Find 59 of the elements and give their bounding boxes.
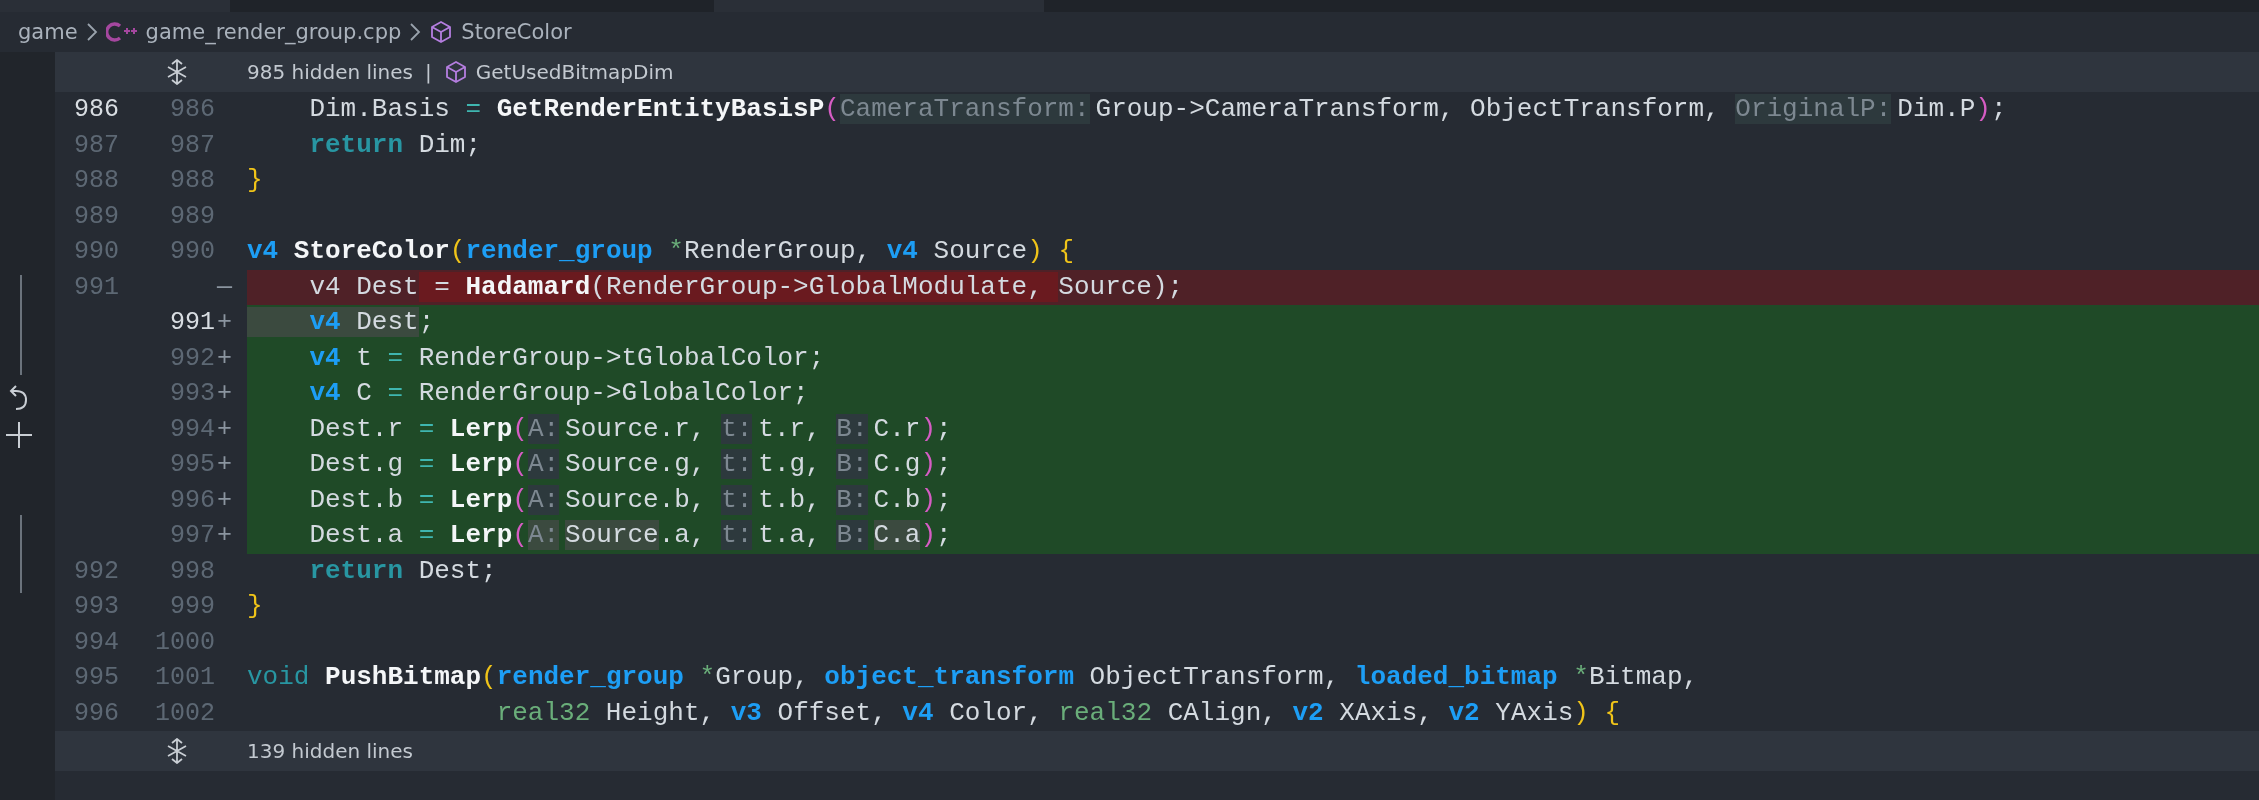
line-number: 996	[74, 698, 119, 728]
line-number: 990	[170, 237, 215, 266]
diff-marker: +	[217, 379, 232, 408]
line-number: 1000	[155, 627, 215, 657]
line-number: 997	[170, 521, 215, 550]
line-number: 989	[74, 201, 119, 231]
code-line: }	[247, 164, 264, 197]
code-line: return Dim;	[308, 128, 483, 162]
line-number: 1002	[155, 698, 215, 728]
line-number: 994	[170, 414, 215, 444]
code-line: }	[247, 590, 264, 623]
line-number: 996	[170, 485, 215, 515]
line-number: 990	[74, 237, 119, 266]
chevron-right-icon	[409, 23, 422, 41]
plus-icon[interactable]	[4, 420, 34, 450]
line-number: 986	[170, 95, 215, 124]
line-number: 989	[170, 201, 215, 231]
line-number: 991	[170, 308, 215, 337]
line-number: 995	[170, 450, 215, 479]
symbol-label[interactable]: GetUsedBitmapDim	[475, 60, 674, 84]
line-number: 992	[170, 343, 215, 373]
diff-marker: +	[217, 521, 232, 550]
cube-icon	[429, 20, 454, 44]
line-number: 988	[74, 166, 119, 195]
breadcrumb-item[interactable]: game	[18, 20, 78, 44]
line-number: 995	[74, 663, 119, 692]
line-number: 993	[74, 592, 119, 621]
breadcrumb-item[interactable]: game_render_group.cpp	[145, 20, 402, 44]
hidden-lines-label[interactable]: 139 hidden lines	[247, 739, 413, 763]
code-line: real32 Height, v3 Offset, v4 Color, real32 CAlign, v2 XAxis, v2 YAxis) {	[495, 696, 1622, 730]
diff-marker: +	[217, 450, 232, 479]
line-number: 993	[170, 379, 215, 408]
line-number: 991	[74, 272, 119, 302]
line-number: 999	[170, 592, 215, 621]
line-number: 992	[74, 556, 119, 586]
cpp-file-icon	[105, 20, 138, 44]
diff-marker: +	[217, 414, 232, 444]
code-line: void PushBitmap(render_group *Group, object_transform ObjectTransform, loaded_bitmap *Bitmap,	[247, 661, 1700, 694]
code-line: return Dest;	[308, 554, 498, 588]
line-number: 998	[170, 556, 215, 586]
unfold-icon[interactable]	[165, 738, 189, 764]
diff-marker: +	[217, 343, 232, 373]
hidden-lines-label[interactable]: 985 hidden lines	[247, 60, 413, 84]
line-number: 1001	[155, 663, 215, 692]
separator: |	[425, 60, 432, 84]
diff-marker: +	[217, 485, 232, 515]
chevron-right-icon	[85, 23, 98, 41]
line-number: 987	[170, 130, 215, 160]
line-number: 987	[74, 130, 119, 160]
breadcrumb-item[interactable]: StoreColor	[461, 20, 572, 44]
unfold-icon[interactable]	[165, 59, 189, 85]
diff-marker: —	[217, 272, 232, 302]
code-line: Dim.Basis = GetRenderEntityBasisP(CameraTransform: Group->CameraTransform, ObjectTransform, OriginalP: Dim.P);	[308, 93, 2008, 126]
line-number: 988	[170, 166, 215, 195]
line-number: 986	[74, 95, 119, 124]
line-number: 994	[74, 627, 119, 657]
diff-marker: +	[217, 308, 232, 337]
cube-icon	[443, 60, 468, 84]
code-line: v4 StoreColor(render_group *RenderGroup, v4 Source) {	[247, 235, 1076, 268]
